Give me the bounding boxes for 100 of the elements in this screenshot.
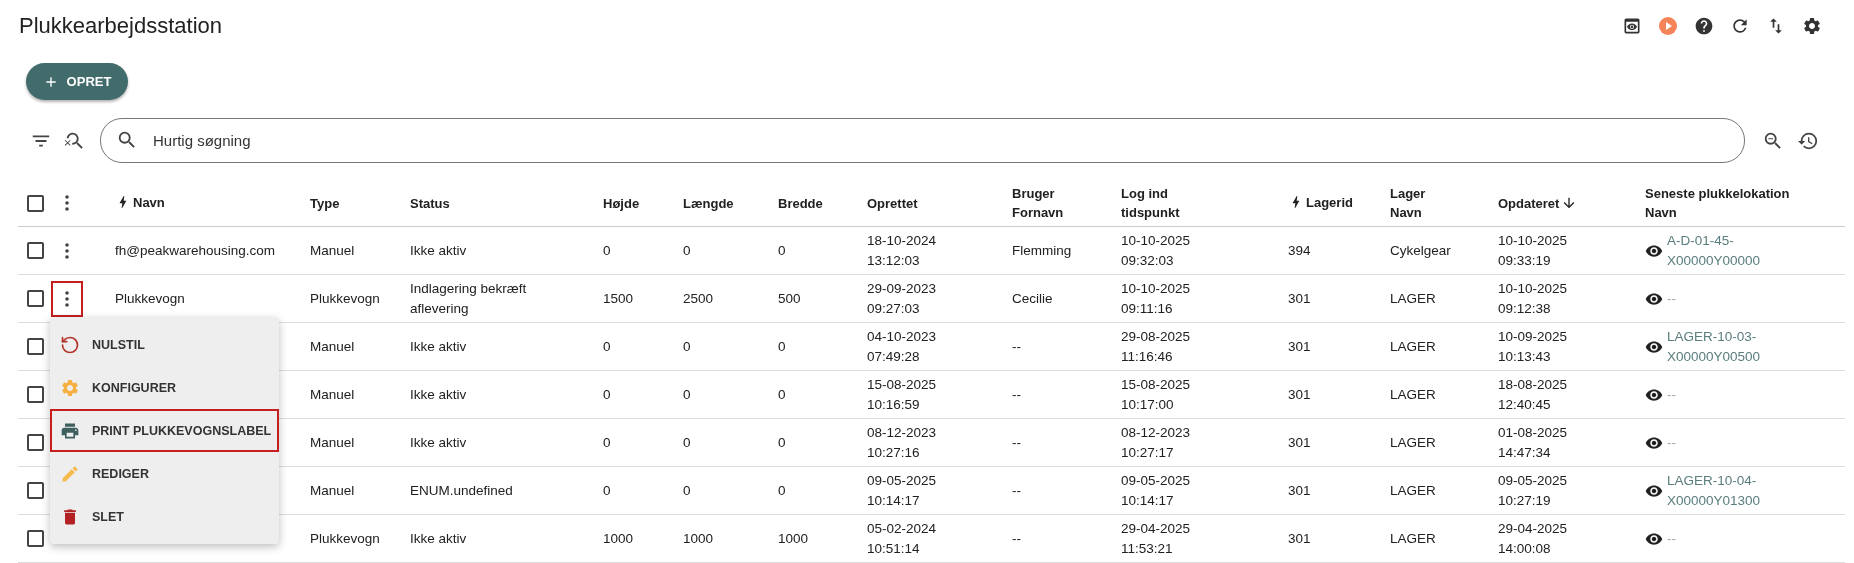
table-cell-text: LAGER [1390,433,1436,452]
table-cell-text: -- [1012,385,1021,404]
empty-value: -- [1667,529,1676,548]
table-cell-text: LAGER [1390,385,1436,404]
table-cell-text: 1000 [683,529,714,548]
kebab-icon [65,242,69,259]
table-cell-text: 0 [778,433,786,452]
table-cell-text: 15-08-2025 10:16:59 [867,375,938,414]
table-cell-text: 08-12-2023 10:27:17 [1121,423,1192,462]
table-cell-text: Cecilie [1012,289,1053,308]
menu-item[interactable]: KONFIGURER [50,366,279,409]
menu-item[interactable]: REDIGER [50,452,279,495]
table-cell-text: Manuel [310,385,355,404]
table-cell-text: 500 [778,289,801,308]
table-cell-text: Plukkevogn [115,289,185,308]
refresh-icon[interactable] [1730,16,1750,36]
table-cell-text: Plukkevogn [310,529,380,548]
column-header[interactable]: Bredde [778,193,823,213]
play-icon[interactable] [1658,16,1678,36]
row-checkbox[interactable] [27,482,44,499]
reset-icon [60,334,80,355]
table-cell-text: fh@peakwarehousing.com [115,241,276,260]
table-cell-text: Flemming [1012,241,1072,260]
column-header[interactable]: Lagerid [1288,192,1353,212]
table-cell-text: 09-05-2025 10:14:17 [867,471,938,510]
table-cell-text: 10-10-2025 09:32:03 [1121,231,1192,270]
table-cell-text: 301 [1288,481,1311,500]
table-cell-text: Ikke aktiv [410,433,467,452]
table-cell-text: 15-08-2025 10:17:00 [1121,375,1192,414]
location-link[interactable]: LAGER-10-04-X00000Y01300 [1667,470,1777,511]
column-header[interactable]: Lager Navn [1390,184,1440,222]
column-header[interactable]: Længde [683,193,734,213]
table-cell-text: LAGER [1390,529,1436,548]
table-cell-text: 1000 [778,529,809,548]
location-link[interactable]: A-D-01-45-X00000Y00000 [1667,230,1777,271]
table-cell-text: -- [1012,433,1021,452]
table-cell-text: Ikke aktiv [410,529,467,548]
table-cell-text: Plukkevogn [310,289,380,308]
column-header[interactable]: Log ind tidspunkt [1121,184,1201,222]
table-cell-text: Ikke aktiv [410,337,467,356]
table-cell-text: 29-04-2025 14:00:08 [1498,519,1569,558]
table-cell-text: -- [1012,529,1021,548]
search-icon [116,129,138,151]
table-cell-text: Manuel [310,337,355,356]
gear-icon [60,377,80,398]
column-header[interactable]: Type [310,193,340,213]
help-icon[interactable] [1694,16,1714,36]
empty-value: -- [1667,433,1676,452]
table-cell-text: -- [1012,481,1021,500]
table-cell-text: 29-04-2025 11:53:21 [1121,519,1192,558]
search-field[interactable]: Hurtig søgning [100,118,1745,163]
column-header[interactable]: Status [410,193,450,213]
table-cell-text: 0 [603,433,611,452]
table-cell-text: 2500 [683,289,714,308]
row-checkbox[interactable] [27,290,44,307]
table-cell-text: 0 [603,385,611,404]
preview-icon[interactable] [1622,16,1642,36]
row-checkbox[interactable] [27,530,44,547]
table-cell-text: 1000 [603,529,634,548]
table-cell-text: 18-08-2025 12:40:45 [1498,375,1569,414]
column-header[interactable]: Opdateret [1498,193,1578,213]
table-cell-text: 18-10-2024 13:12:03 [867,231,938,270]
table-cell-text: Ikke aktiv [410,385,467,404]
kebab-icon [65,195,69,211]
table-cell-text: 29-09-2023 09:27:03 [867,279,938,318]
table-cell-text: 301 [1288,289,1311,308]
column-header[interactable]: Højde [603,193,640,213]
table-cell-text: 301 [1288,433,1311,452]
table-cell-text: -- [1012,337,1021,356]
table-cell-text: 0 [683,337,691,356]
column-header[interactable]: Seneste plukkelokation Navn [1645,184,1820,222]
row-checkbox[interactable] [27,434,44,451]
column-header[interactable]: Oprettet [867,193,918,213]
table-cell-text: 01-08-2025 14:47:34 [1498,423,1569,462]
kebab-icon [65,290,69,307]
row-menu-button[interactable] [51,280,83,317]
table-cell-text: 0 [778,481,786,500]
menu-item[interactable]: SLET [50,495,279,538]
column-header[interactable]: Bruger Fornavn [1012,184,1082,222]
table-cell-text: 394 [1288,241,1311,260]
location-link[interactable]: LAGER-10-03-X00000Y00500 [1667,326,1777,367]
pencil-icon [60,463,80,484]
table-cell-text: 301 [1288,337,1311,356]
table-cell-text: 09-05-2025 10:27:19 [1498,471,1569,510]
empty-value: -- [1667,385,1676,404]
column-header[interactable]: Navn [115,192,165,212]
table-cell-text: 0 [603,241,611,260]
create-button[interactable]: OPRET [26,63,128,100]
row-checkbox[interactable] [27,386,44,403]
row-checkbox[interactable] [27,338,44,355]
table-cell-text: 10-10-2025 09:12:38 [1498,279,1569,318]
select-all-checkbox[interactable] [27,194,44,212]
menu-item[interactable]: NULSTIL [50,323,279,366]
row-checkbox[interactable] [27,242,44,259]
table-cell-text: 0 [603,337,611,356]
settings-icon[interactable] [1802,16,1822,36]
menu-item[interactable]: PRINT PLUKKEVOGNSLABEL [50,409,279,452]
table-cell-text: 0 [778,385,786,404]
table-cell-text: Indlagering bekræft aflevering [410,279,528,318]
table-cell-text: Cykelgear [1390,241,1451,260]
